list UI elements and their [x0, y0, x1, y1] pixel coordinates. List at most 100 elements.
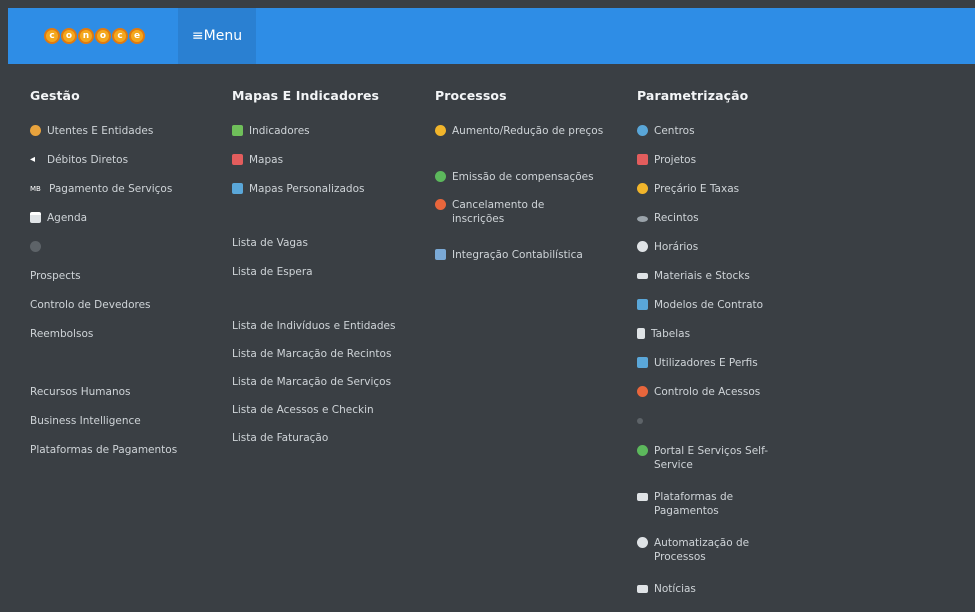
item-label: Mapas — [249, 154, 284, 166]
mega-menu-panel: Gestão Utentes E Entidades ◂ Débitos Dir… — [8, 64, 975, 612]
contract-icon — [637, 299, 648, 310]
item-label: Agenda — [47, 212, 88, 224]
menu-item-mapas-personalizados[interactable]: Mapas Personalizados — [232, 182, 402, 196]
access-icon — [637, 386, 648, 397]
coin-icon — [435, 125, 446, 136]
menu-item-agenda[interactable]: Agenda — [30, 211, 200, 225]
item-label: Notícias — [654, 583, 696, 595]
item-label: Pagamento de Serviços — [49, 183, 173, 195]
menu-item-mapas[interactable]: Mapas — [232, 153, 402, 167]
menu-item-integracao[interactable]: Integração Contabilística — [435, 248, 625, 262]
calendar-icon — [30, 212, 41, 223]
menu-item-utentes[interactable]: Utentes E Entidades — [30, 124, 200, 138]
item-label: Projetos — [654, 154, 697, 166]
menu-item-plataformas-pagamentos[interactable]: Plataformas de Pagamentos — [30, 443, 200, 457]
menu-item-controlo-devedores[interactable]: Controlo de Devedores — [30, 298, 200, 312]
gear-icon — [30, 241, 41, 252]
menu-item-aumento-reducao[interactable]: Aumento/Redução de preços — [435, 124, 610, 138]
menu-item-projetos[interactable]: Projetos — [637, 153, 807, 167]
menu-item-recursos-humanos[interactable]: Recursos Humanos — [30, 385, 200, 399]
menu-item-horarios[interactable]: Horários — [637, 240, 807, 254]
column-title: Processos — [435, 88, 507, 103]
item-label: Integração Contabilística — [452, 249, 583, 261]
item-label: Aumento/Redução de preços — [452, 125, 604, 137]
menu-item-centros[interactable]: Centros — [637, 124, 807, 138]
document-icon — [435, 249, 446, 260]
item-label: Horários — [654, 241, 699, 253]
item-label: Lista de Marcação de Serviços — [232, 376, 392, 388]
menu-item-prospects[interactable]: Prospects — [30, 269, 200, 283]
logo-letter: c — [44, 28, 60, 44]
item-label: Utentes E Entidades — [47, 125, 154, 137]
logo-letter: c — [112, 28, 128, 44]
menu-item-materiais[interactable]: Materiais e Stocks — [637, 269, 807, 283]
column-title: Gestão — [30, 88, 80, 103]
chart-icon — [232, 125, 243, 136]
item-label: Automatização de Processos — [654, 537, 750, 563]
item-label: Cancelamento de inscrições — [452, 199, 545, 225]
item-label: Lista de Vagas — [232, 237, 308, 249]
cancel-icon — [435, 199, 446, 210]
menu-item-tabelas[interactable]: Tabelas — [637, 327, 807, 341]
menu-item-recintos[interactable]: Recintos — [637, 211, 807, 225]
news-icon — [637, 585, 648, 593]
menu-item-plataformas-pagamentos[interactable]: Plataformas de Pagamentos — [637, 490, 777, 518]
menu-button[interactable]: ≡Menu — [178, 8, 256, 64]
logo-letter: o — [61, 28, 77, 44]
item-label: Débitos Diretos — [47, 154, 129, 166]
menu-item-lista-faturacao[interactable]: Lista de Faturação — [232, 431, 402, 445]
menu-item-automatizacao[interactable]: Automatização de Processos — [637, 536, 782, 564]
users-icon — [30, 125, 41, 136]
cog-icon — [637, 537, 648, 548]
menu-item-controlo-acessos[interactable]: Controlo de Acessos — [637, 385, 807, 399]
coin-icon — [637, 183, 648, 194]
item-label: Lista de Indivíduos e Entidades — [232, 320, 396, 332]
arrow-icon: ◂ — [30, 154, 36, 165]
clipboard-icon — [637, 154, 648, 165]
menu-item-pagamento-servicos[interactable]: MB Pagamento de Serviços — [30, 182, 200, 196]
menu-item-lista-marcacao-recintos[interactable]: Lista de Marcação de Recintos — [232, 347, 422, 361]
field-icon — [637, 216, 648, 222]
menu-item-reembolsos[interactable]: Reembolsos — [30, 327, 200, 341]
menu-item-utilizadores[interactable]: Utilizadores E Perfis — [637, 356, 807, 370]
check-icon — [435, 171, 446, 182]
menu-item-portal[interactable]: Portal E Serviços Self-Service — [637, 444, 782, 472]
materials-icon — [637, 273, 648, 279]
item-label: Lista de Marcação de Recintos — [232, 348, 392, 360]
item-label: Recursos Humanos — [30, 386, 131, 398]
column-parametrizacao: Parametrização Centros Projetos Preçário… — [637, 88, 768, 595]
item-label: Mapas Personalizados — [249, 183, 365, 195]
menu-item-lista-acessos[interactable]: Lista de Acessos e Checkin — [232, 403, 422, 417]
menu-item-emissao-compensacoes[interactable]: Emissão de compensações — [435, 170, 625, 184]
menu-item-debitos[interactable]: ◂ Débitos Diretos — [30, 153, 200, 167]
item-label: Plataformas de Pagamentos — [30, 444, 178, 456]
menu-item-lista-espera[interactable]: Lista de Espera — [232, 265, 402, 279]
menu-item-disabled — [637, 414, 807, 424]
map-icon — [232, 154, 243, 165]
column-title: Mapas E Indicadores — [232, 88, 380, 103]
menu-item-modelos-contrato[interactable]: Modelos de Contrato — [637, 298, 807, 312]
item-label: Business Intelligence — [30, 415, 141, 427]
menu-item-business-intelligence[interactable]: Business Intelligence — [30, 414, 200, 428]
menu-item-noticias[interactable]: Notícias — [637, 582, 807, 596]
item-label: Prospects — [30, 270, 81, 282]
top-navbar: c o n o c e ≡Menu — [8, 8, 975, 64]
item-label: Lista de Faturação — [232, 432, 329, 444]
menu-item-precario[interactable]: Preçário E Taxas — [637, 182, 807, 196]
gear-icon — [637, 418, 643, 424]
menu-item-indicadores[interactable]: Indicadores — [232, 124, 402, 138]
item-label: Controlo de Devedores — [30, 299, 151, 311]
column-title: Parametrização — [637, 88, 749, 103]
menu-item-cancelamento[interactable]: Cancelamento de inscrições — [435, 198, 595, 226]
item-label: Modelos de Contrato — [654, 299, 764, 311]
menu-item-lista-individuos[interactable]: Lista de Indivíduos e Entidades — [232, 319, 422, 333]
menu-item-lista-vagas[interactable]: Lista de Vagas — [232, 236, 402, 250]
logo-letter: o — [95, 28, 111, 44]
menu-item-lista-marcacao-servicos[interactable]: Lista de Marcação de Serviços — [232, 375, 422, 389]
brand-logo[interactable]: c o n o c e — [44, 28, 145, 44]
item-label: Plataformas de Pagamentos — [654, 491, 734, 517]
monitor-icon — [232, 183, 243, 194]
item-label: Reembolsos — [30, 328, 94, 340]
item-label: Indicadores — [249, 125, 310, 137]
item-label: Lista de Acessos e Checkin — [232, 404, 374, 416]
